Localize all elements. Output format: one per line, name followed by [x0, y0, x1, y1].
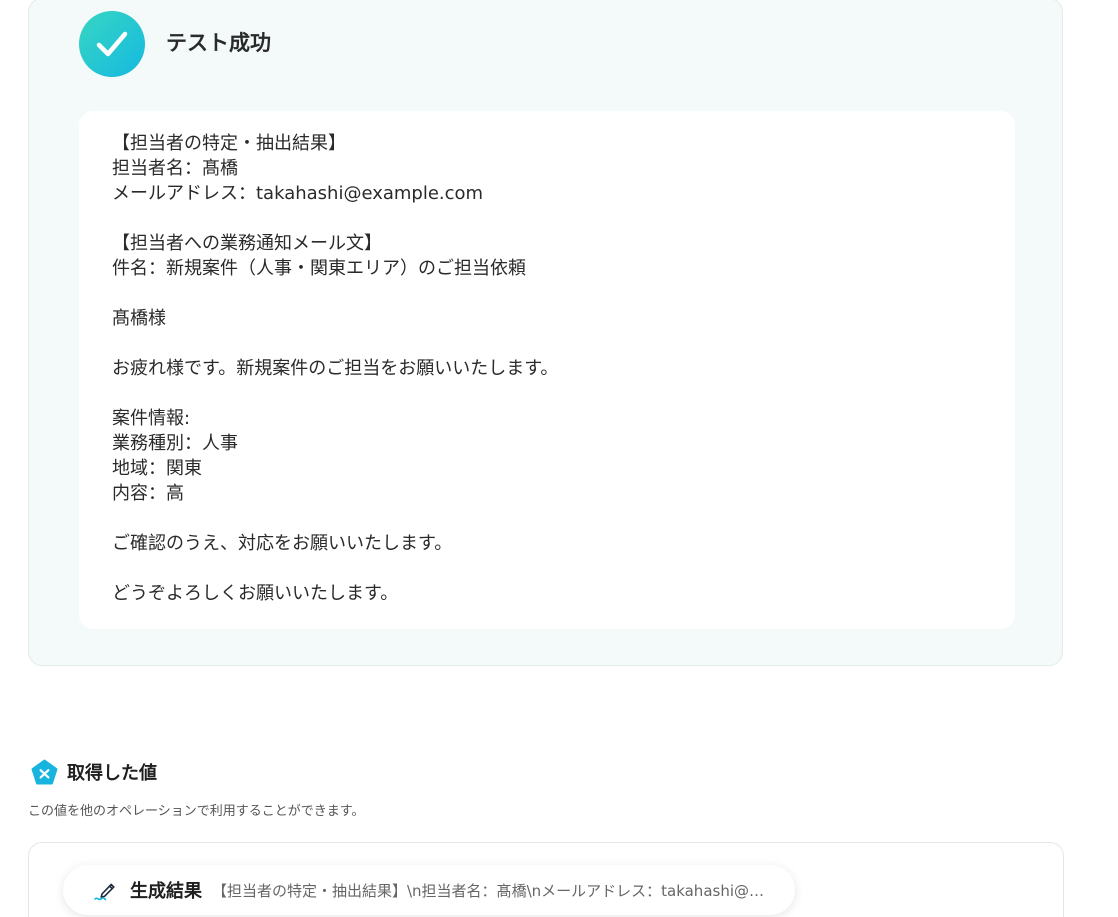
test-success-title: テスト成功	[166, 31, 271, 55]
value-chip-generated-result[interactable]: 生成結果 【担当者の特定・抽出結果】\n担当者名：髙橋\nメールアドレス：tak…	[63, 865, 795, 915]
page: テスト成功 【担当者の特定・抽出結果】 担当者名：髙橋 メールアドレス：taka…	[0, 0, 1118, 917]
obtained-values-header: 取得した値	[31, 758, 157, 786]
check-icon	[96, 31, 128, 57]
value-chip-label: 生成結果	[130, 881, 202, 902]
result-output-text: 【担当者の特定・抽出結果】 担当者名：髙橋 メールアドレス：takahashi@…	[112, 133, 559, 604]
obtained-values-title: 取得した値	[67, 763, 157, 784]
value-chip-value: 【担当者の特定・抽出結果】\n担当者名：髙橋\nメールアドレス：takahash…	[212, 881, 771, 900]
success-check-icon	[79, 11, 145, 77]
variable-pentagon-icon	[31, 759, 58, 784]
pencil-icon	[94, 883, 115, 901]
obtained-values-description: この値を他のオペレーションで利用することができます。	[28, 804, 365, 819]
